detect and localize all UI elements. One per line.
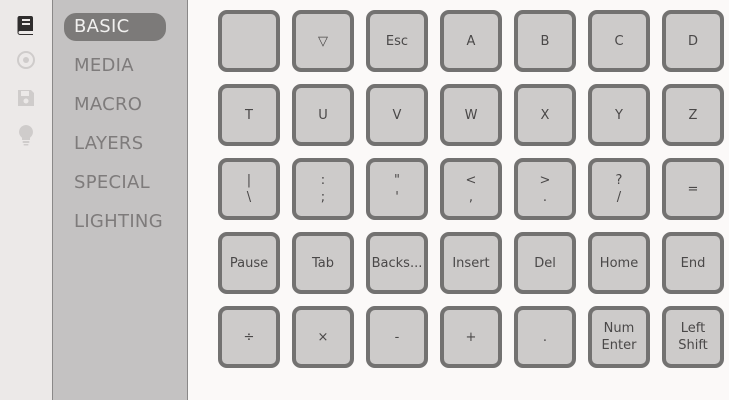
key-label: T bbox=[245, 107, 253, 123]
key-label: Pause bbox=[229, 255, 269, 271]
key-label: C bbox=[614, 33, 624, 49]
key-button[interactable]: :; bbox=[292, 158, 354, 220]
key-label: + bbox=[465, 329, 477, 345]
key-button[interactable]: V bbox=[366, 84, 428, 146]
key-label: Y bbox=[615, 107, 623, 123]
key-label: ÷ bbox=[243, 329, 255, 345]
target-icon[interactable] bbox=[15, 49, 37, 71]
menu-item-macro[interactable]: MACRO bbox=[64, 91, 152, 119]
key-button[interactable]: ▽ bbox=[292, 10, 354, 72]
key-label: Insert bbox=[452, 255, 490, 271]
key-button[interactable]: Y bbox=[588, 84, 650, 146]
category-menu: BASIC MEDIA MACRO LAYERS SPECIAL LIGHTIN… bbox=[53, 0, 188, 400]
key-label: Del bbox=[534, 255, 556, 271]
key-label: U bbox=[318, 107, 328, 123]
key-label: Z bbox=[688, 107, 698, 123]
key-button[interactable]: W bbox=[440, 84, 502, 146]
key-button[interactable]: Left Shift bbox=[662, 306, 724, 368]
key-label: / bbox=[616, 190, 622, 205]
menu-item-basic[interactable]: BASIC bbox=[64, 13, 166, 41]
key-label: D bbox=[687, 33, 698, 49]
key-label: Backs... bbox=[371, 255, 423, 271]
key-button[interactable]: Pause bbox=[218, 232, 280, 294]
key-button[interactable]: Tab bbox=[292, 232, 354, 294]
key-button[interactable]: B bbox=[514, 10, 576, 72]
key-button[interactable]: " ' bbox=[366, 158, 428, 220]
key-button[interactable]: Insert bbox=[440, 232, 502, 294]
key-label: End bbox=[680, 255, 706, 271]
key-label: - bbox=[394, 329, 400, 345]
key-button[interactable]: X bbox=[514, 84, 576, 146]
key-label: , bbox=[468, 190, 474, 205]
book-icon[interactable] bbox=[15, 14, 37, 36]
key-label: Enter bbox=[601, 338, 637, 353]
key-label: Num bbox=[603, 321, 635, 336]
key-label: ? bbox=[615, 173, 623, 188]
lightbulb-icon[interactable] bbox=[15, 124, 37, 146]
save-icon[interactable] bbox=[15, 87, 37, 109]
key-label: ▽ bbox=[318, 33, 328, 49]
key-button[interactable] bbox=[218, 10, 280, 72]
key-label: > bbox=[539, 173, 551, 188]
key-label: = bbox=[687, 181, 699, 197]
key-label: Home bbox=[599, 255, 639, 271]
key-label: Left bbox=[680, 321, 706, 336]
menu-item-layers[interactable]: LAYERS bbox=[64, 130, 153, 158]
key-label: ; bbox=[320, 190, 326, 205]
key-button[interactable]: . bbox=[514, 306, 576, 368]
key-label: V bbox=[392, 107, 402, 123]
key-button[interactable]: C bbox=[588, 10, 650, 72]
key-button[interactable]: T bbox=[218, 84, 280, 146]
key-button[interactable]: <, bbox=[440, 158, 502, 220]
key-label: B bbox=[540, 33, 550, 49]
key-label: A bbox=[466, 33, 476, 49]
key-label: Esc bbox=[385, 33, 409, 49]
key-label: Tab bbox=[311, 255, 334, 271]
key-label: " bbox=[394, 173, 400, 188]
key-button[interactable]: × bbox=[292, 306, 354, 368]
key-button[interactable]: A bbox=[440, 10, 502, 72]
menu-item-special[interactable]: SPECIAL bbox=[64, 169, 160, 197]
key-label: \ bbox=[246, 190, 252, 205]
key-label: . bbox=[542, 329, 548, 345]
key-button[interactable]: ? / bbox=[588, 158, 650, 220]
key-label: ' bbox=[395, 190, 399, 205]
key-button[interactable]: Esc bbox=[366, 10, 428, 72]
key-button[interactable]: Z bbox=[662, 84, 724, 146]
key-label: < bbox=[465, 173, 477, 188]
key-button[interactable]: >. bbox=[514, 158, 576, 220]
key-label: . bbox=[542, 190, 548, 205]
key-label: | bbox=[246, 173, 252, 188]
key-button[interactable]: Del bbox=[514, 232, 576, 294]
key-button[interactable]: ÷ bbox=[218, 306, 280, 368]
icon-sidebar bbox=[0, 0, 53, 400]
key-label: W bbox=[464, 107, 478, 123]
menu-item-lighting[interactable]: LIGHTING bbox=[64, 208, 173, 236]
key-button[interactable]: D bbox=[662, 10, 724, 72]
key-button[interactable]: Num Enter bbox=[588, 306, 650, 368]
key-button[interactable]: Backs... bbox=[366, 232, 428, 294]
key-button[interactable]: + bbox=[440, 306, 502, 368]
key-label: Shift bbox=[678, 338, 708, 353]
key-label: : bbox=[320, 173, 326, 188]
key-button[interactable]: - bbox=[366, 306, 428, 368]
menu-item-media[interactable]: MEDIA bbox=[64, 52, 144, 80]
key-button[interactable]: | \ bbox=[218, 158, 280, 220]
key-label: X bbox=[540, 107, 550, 123]
key-button[interactable]: End bbox=[662, 232, 724, 294]
key-button[interactable]: Home bbox=[588, 232, 650, 294]
key-button[interactable]: U bbox=[292, 84, 354, 146]
key-button[interactable]: = bbox=[662, 158, 724, 220]
key-label: × bbox=[317, 329, 329, 345]
